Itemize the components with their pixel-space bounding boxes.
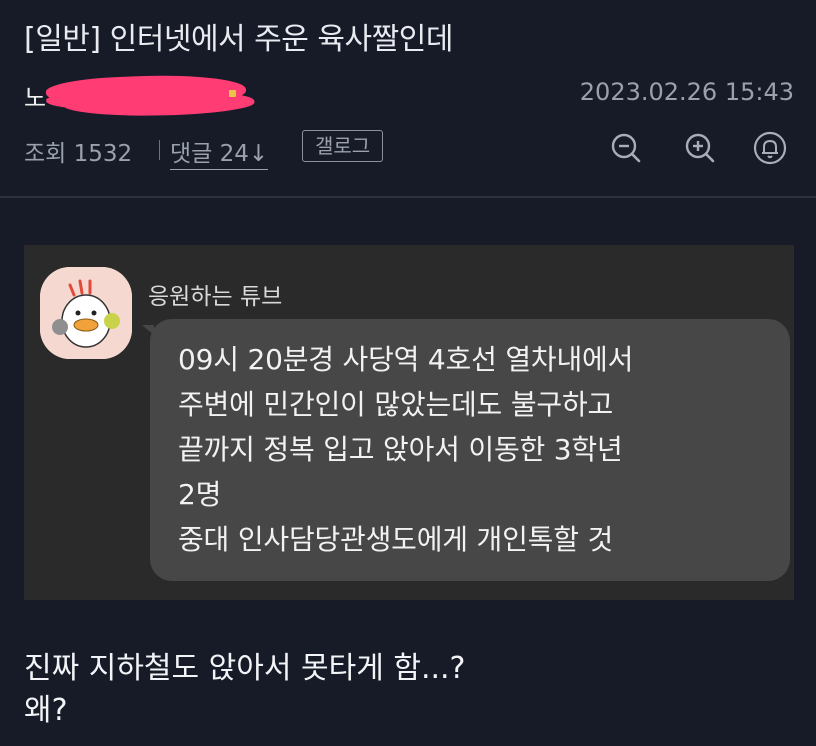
author-name[interactable]: 노 <box>24 78 46 113</box>
chat-line: 중대 인사담당관생도에게 개인톡할 것 <box>178 523 614 556</box>
body-line: 진짜 지하철도 앉아서 못타게 함...? <box>24 651 466 686</box>
meta-separator <box>159 140 160 160</box>
comment-count-link[interactable]: 댓글 24↓ <box>170 134 269 170</box>
chat-message: 09시 20분경 사당역 4호선 열차내에서 주변에 민간인이 많았는데도 불구… <box>178 337 778 562</box>
arrow-down-icon: ↓ <box>248 141 269 167</box>
meta-row: 조회 1532 댓글 24↓ 갤로그 <box>24 130 794 170</box>
chat-screenshot: 응원하는 튜브 09시 20분경 사당역 4호선 열차내에서 주변에 민간인이 … <box>24 245 794 600</box>
body-line: 왜? <box>24 693 68 728</box>
redaction-mark <box>45 72 247 112</box>
author-row: 노 2023.02.26 15:43 <box>24 72 794 113</box>
chat-sender-name: 응원하는 튜브 <box>148 284 283 310</box>
member-badge-icon <box>229 90 236 97</box>
post-body: 진짜 지하철도 앉아서 못타게 함...? 왜? <box>24 648 465 732</box>
avatar <box>40 267 132 359</box>
chat-bubble: 09시 20분경 사당역 4호선 열차내에서 주변에 민간인이 많았는데도 불구… <box>150 319 790 581</box>
duck-avatar-icon <box>40 267 132 359</box>
comment-count: 댓글 24 <box>170 141 249 167</box>
view-count: 조회 1532 <box>24 141 133 167</box>
post-title: [일반] 인터넷에서 주운 육사짤인데 <box>24 22 453 57</box>
chat-line: 끝까지 정복 입고 앉아서 이동한 3학년 <box>178 433 623 466</box>
chat-line: 09시 20분경 사당역 4호선 열차내에서 <box>178 343 634 376</box>
zoom-in-icon[interactable] <box>682 130 718 166</box>
zoom-out-icon[interactable] <box>608 130 644 166</box>
chat-line: 2명 <box>178 478 222 511</box>
chat-line: 주변에 민간인이 많았는데도 불구하고 <box>178 388 614 421</box>
gallog-button[interactable]: 갤로그 <box>302 130 384 162</box>
header-divider <box>0 196 816 198</box>
bell-icon[interactable] <box>752 130 788 166</box>
post-date: 2023.02.26 15:43 <box>579 78 794 106</box>
